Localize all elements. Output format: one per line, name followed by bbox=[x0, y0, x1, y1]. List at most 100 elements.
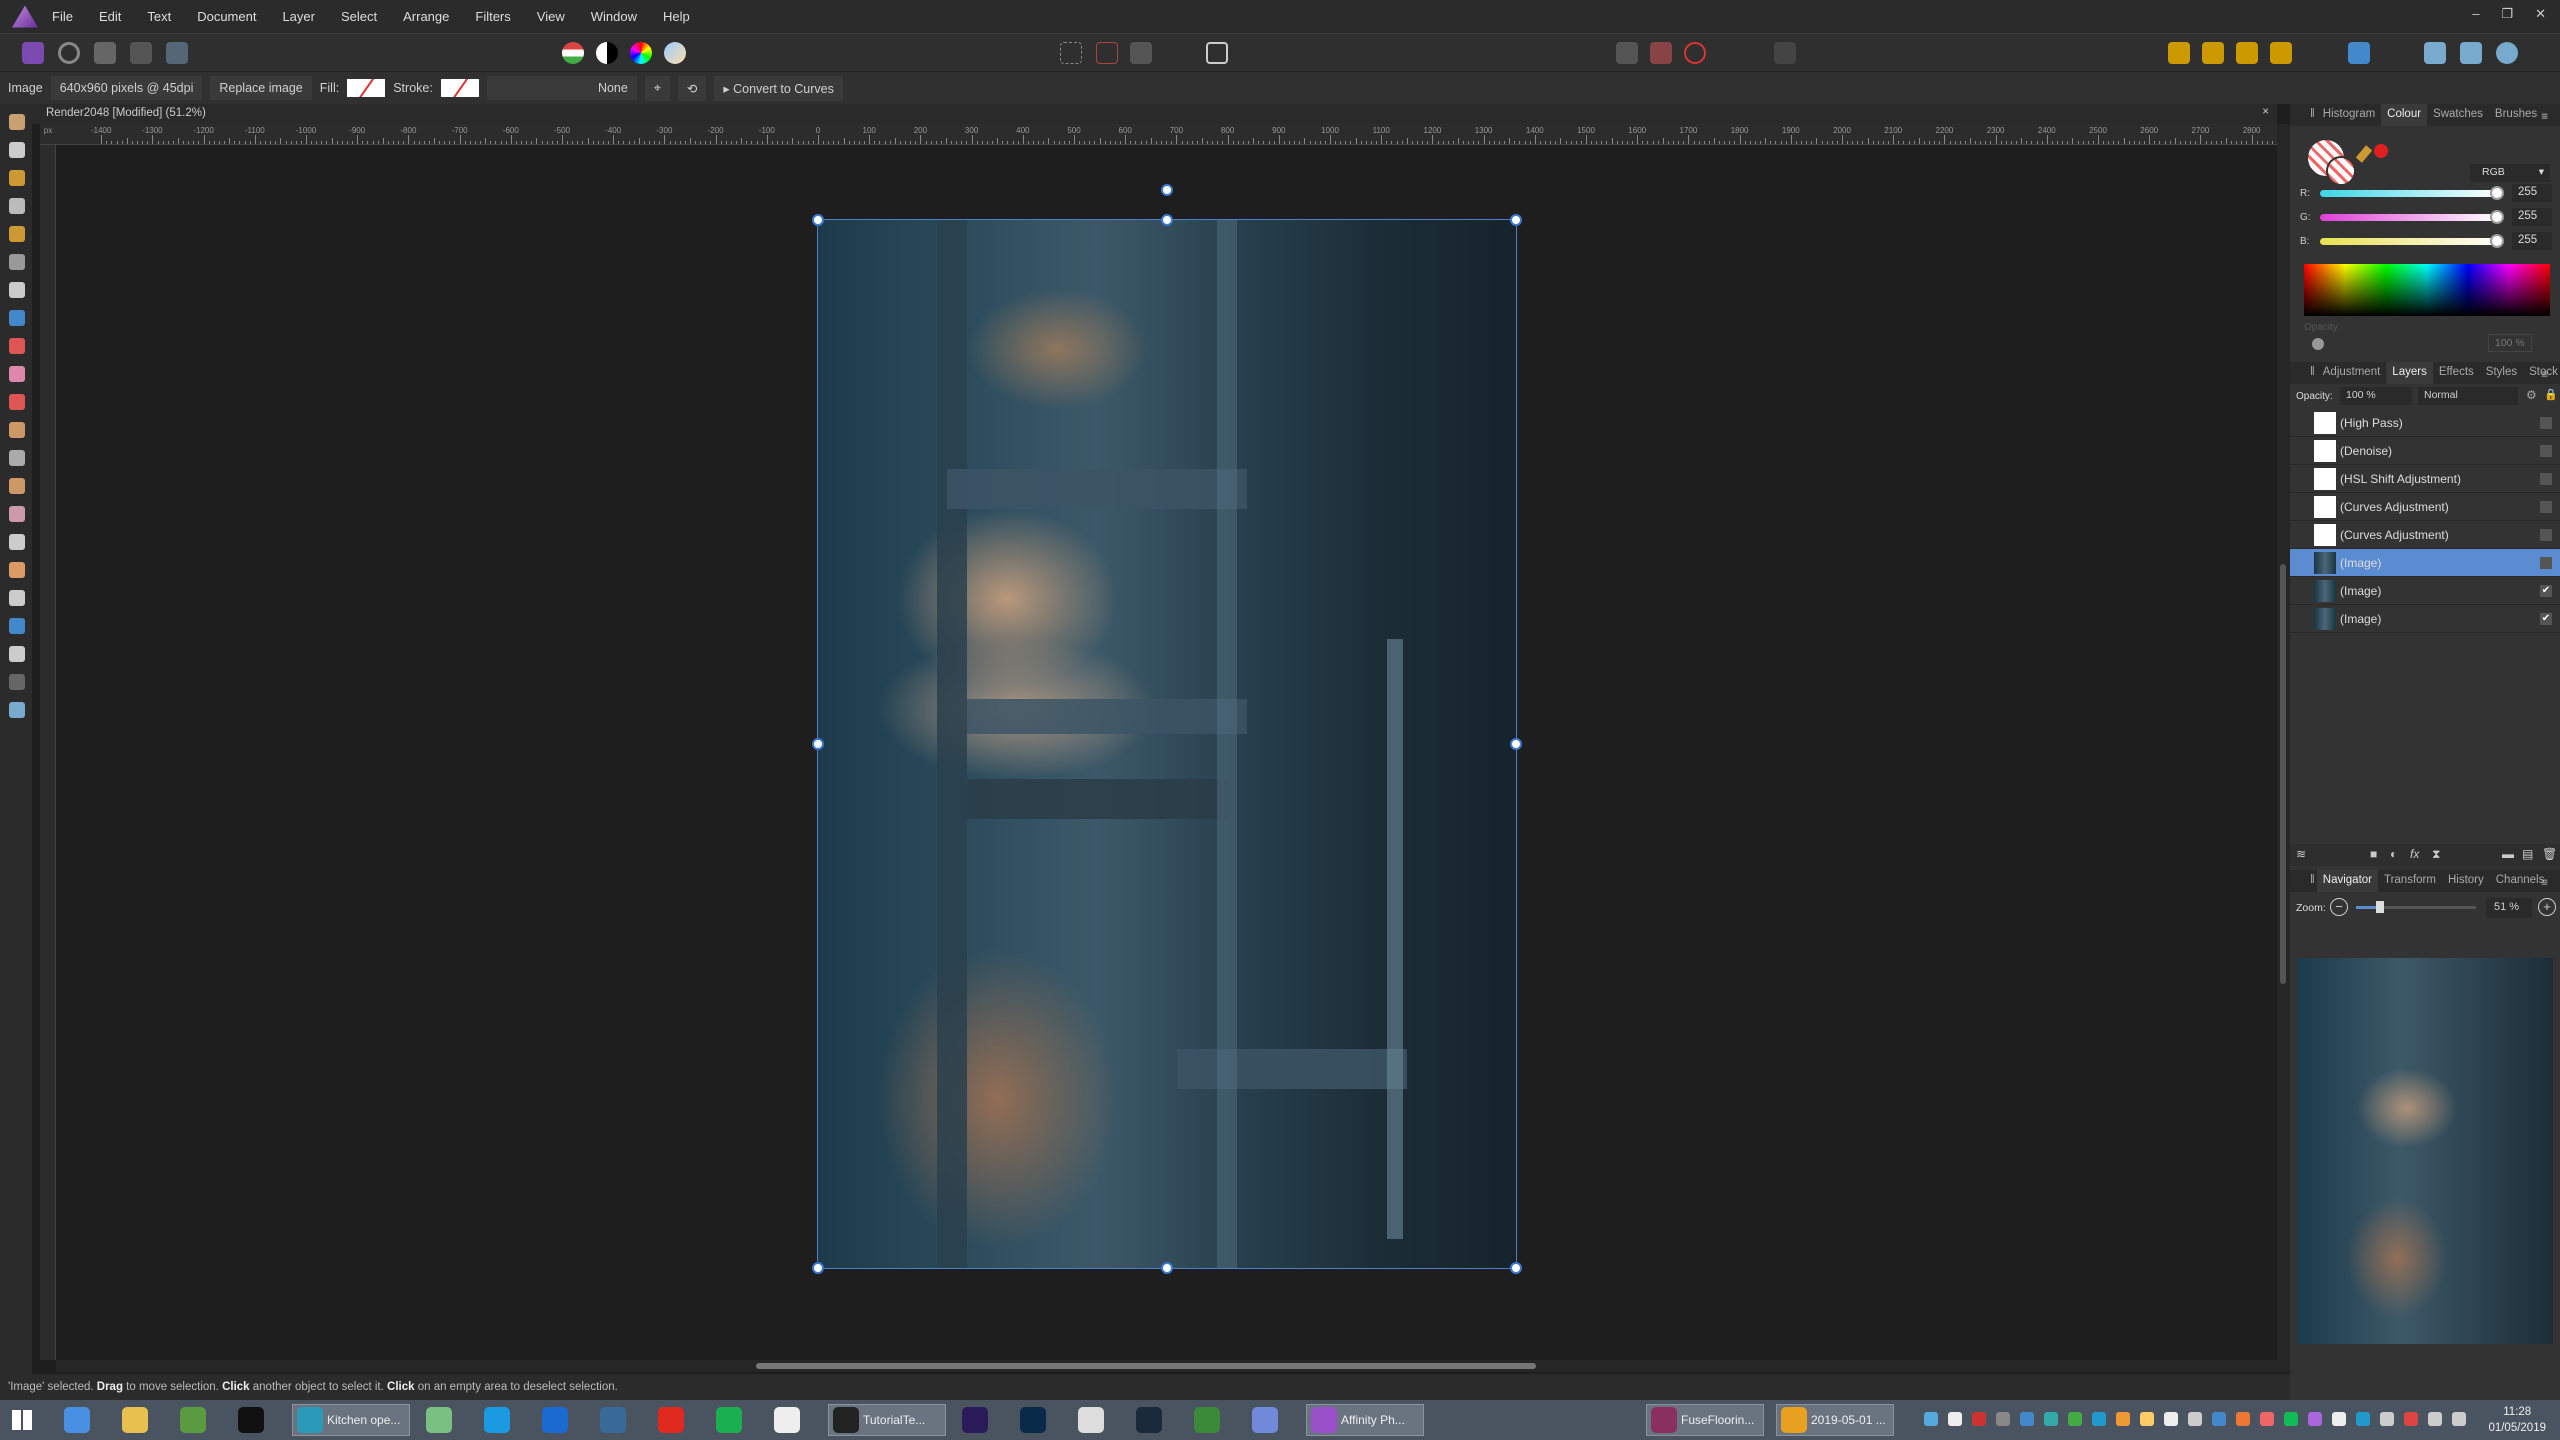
arrange-backward-icon[interactable] bbox=[2202, 42, 2224, 64]
taskbar-app-xbox-icon[interactable] bbox=[1190, 1404, 1224, 1436]
layer-visibility-checkbox[interactable] bbox=[2540, 445, 2552, 457]
taskbar-photoshop-icon[interactable] bbox=[1016, 1404, 1050, 1436]
assistant-icon[interactable] bbox=[1650, 42, 1672, 64]
tool-20-icon[interactable] bbox=[9, 674, 25, 690]
layers-tab-effects[interactable]: Effects bbox=[2433, 362, 2480, 384]
tray-icon[interactable] bbox=[2020, 1412, 2034, 1426]
mask-icon[interactable]: ■ bbox=[2370, 847, 2377, 861]
zoom-in-button[interactable]: + bbox=[2538, 898, 2556, 916]
menu-arrange[interactable]: Arrange bbox=[403, 9, 449, 24]
tool-5-icon[interactable] bbox=[9, 254, 25, 270]
grid-icon[interactable] bbox=[1616, 42, 1638, 64]
menu-edit[interactable]: Edit bbox=[99, 9, 121, 24]
resize-handle-right[interactable] bbox=[1510, 738, 1522, 750]
tool-11-icon[interactable] bbox=[9, 422, 25, 438]
channel-value[interactable]: 255 bbox=[2512, 208, 2552, 226]
taskbar-slack-icon[interactable] bbox=[770, 1404, 804, 1436]
tray-icon[interactable] bbox=[2284, 1412, 2298, 1426]
new-layer-icon[interactable]: ▤ bbox=[2522, 847, 2533, 861]
taskbar-discord-icon[interactable] bbox=[1248, 1404, 1282, 1436]
close-document-button[interactable]: × bbox=[2262, 106, 2269, 118]
slider-knob[interactable] bbox=[2490, 234, 2504, 248]
info-icon[interactable] bbox=[1774, 42, 1796, 64]
taskbar-skype-icon[interactable] bbox=[480, 1404, 514, 1436]
layer-row[interactable]: (High Pass) bbox=[2290, 409, 2560, 437]
arrange-front-icon[interactable] bbox=[2270, 42, 2292, 64]
tool-9-icon[interactable] bbox=[9, 366, 25, 382]
convert-to-curves-button[interactable]: ▸ Convert to Curves bbox=[714, 75, 843, 101]
settings-gear-icon[interactable]: ⚙ bbox=[2526, 388, 2537, 402]
layers-tab-layers[interactable]: Layers bbox=[2386, 362, 2433, 384]
lock-icon[interactable]: 🔒 bbox=[2544, 388, 2558, 401]
slider-knob[interactable] bbox=[2490, 186, 2504, 200]
tool-0-icon[interactable] bbox=[9, 114, 25, 130]
resize-handle-left[interactable] bbox=[812, 738, 824, 750]
blend-mode-select[interactable]: Normal bbox=[2418, 387, 2518, 405]
tool-4-icon[interactable] bbox=[9, 226, 25, 242]
channel-slider-g[interactable] bbox=[2320, 210, 2504, 224]
layers-stack-icon[interactable]: ≋ bbox=[2296, 847, 2306, 861]
taskbar-app-slime-icon[interactable] bbox=[422, 1404, 456, 1436]
layer-visibility-checkbox[interactable] bbox=[2540, 501, 2552, 513]
taskbar-spotify-icon[interactable] bbox=[712, 1404, 746, 1436]
windows-start-icon[interactable] bbox=[12, 1410, 32, 1430]
menu-view[interactable]: View bbox=[537, 9, 565, 24]
tray-icon[interactable] bbox=[2380, 1412, 2394, 1426]
tray-icon[interactable] bbox=[2044, 1412, 2058, 1426]
taskbar-after-effects-icon[interactable] bbox=[958, 1404, 992, 1436]
tray-icon[interactable] bbox=[2452, 1412, 2466, 1426]
channel-value[interactable]: 255 bbox=[2512, 184, 2552, 202]
colour-picker-icon[interactable] bbox=[2355, 145, 2373, 163]
colour-tab-colour[interactable]: Colour bbox=[2381, 104, 2428, 126]
zoom-slider[interactable] bbox=[2356, 901, 2476, 913]
maximize-button[interactable]: ❐ bbox=[2501, 6, 2513, 22]
tool-6-icon[interactable] bbox=[9, 282, 25, 298]
develop-persona-icon[interactable] bbox=[94, 42, 116, 64]
opacity-value[interactable]: 100 % bbox=[2488, 334, 2532, 352]
clock[interactable]: 11:28 01/05/2019 bbox=[2488, 1404, 2546, 1436]
channel-slider-b[interactable] bbox=[2320, 234, 2504, 248]
taskbar-app-cube-icon[interactable] bbox=[596, 1404, 630, 1436]
layers-tab-adjustment[interactable]: Adjustment bbox=[2317, 362, 2387, 384]
transform-origin-icon[interactable]: ⌖ bbox=[644, 75, 670, 101]
arrange-back-icon[interactable] bbox=[2168, 42, 2190, 64]
tool-3-icon[interactable] bbox=[9, 198, 25, 214]
tray-icon[interactable] bbox=[1924, 1412, 1938, 1426]
taskbar-app-green-icon[interactable] bbox=[176, 1404, 210, 1436]
live-filter-icon[interactable]: ⧗ bbox=[2432, 847, 2440, 862]
replace-image-button[interactable]: Replace image bbox=[210, 76, 312, 100]
menu-filters[interactable]: Filters bbox=[475, 9, 510, 24]
menu-window[interactable]: Window bbox=[591, 9, 637, 24]
taskbar-window[interactable]: Kitchen ope... bbox=[292, 1404, 410, 1436]
export-persona-icon[interactable] bbox=[166, 42, 188, 64]
slider-knob[interactable] bbox=[2490, 210, 2504, 224]
menu-file[interactable]: File bbox=[52, 9, 73, 24]
folder-icon[interactable]: ▬ bbox=[2502, 847, 2514, 861]
stroke-swatch[interactable] bbox=[440, 79, 479, 97]
layer-row[interactable]: (HSL Shift Adjustment) bbox=[2290, 465, 2560, 493]
colour-tab-histogram[interactable]: Histogram bbox=[2317, 104, 2381, 126]
channel-slider-r[interactable] bbox=[2320, 186, 2504, 200]
taskbar-mixamo-icon[interactable] bbox=[234, 1404, 268, 1436]
tool-19-icon[interactable] bbox=[9, 646, 25, 662]
menu-text[interactable]: Text bbox=[147, 9, 171, 24]
zoom-value[interactable]: 51 % bbox=[2486, 898, 2532, 918]
layer-row[interactable]: (Curves Adjustment) bbox=[2290, 521, 2560, 549]
opacity-slider[interactable] bbox=[2312, 338, 2324, 350]
tool-10-icon[interactable] bbox=[9, 394, 25, 410]
panel-grip-icon[interactable]: ‖ bbox=[2308, 362, 2317, 384]
levels-icon[interactable] bbox=[562, 42, 584, 64]
layer-visibility-checkbox[interactable] bbox=[2540, 557, 2552, 569]
tray-icon[interactable] bbox=[1972, 1412, 1986, 1426]
tool-7-icon[interactable] bbox=[9, 310, 25, 326]
layers-panel-menu-icon[interactable]: ≡ bbox=[2535, 365, 2554, 385]
tray-icon[interactable] bbox=[2188, 1412, 2202, 1426]
menu-document[interactable]: Document bbox=[197, 9, 256, 24]
layer-opacity-select[interactable]: 100 % bbox=[2340, 387, 2412, 405]
menu-help[interactable]: Help bbox=[663, 9, 690, 24]
tray-icon[interactable] bbox=[1948, 1412, 1962, 1426]
resize-handle-top-left[interactable] bbox=[812, 214, 824, 226]
tray-icon[interactable] bbox=[2260, 1412, 2274, 1426]
layer-visibility-checkbox[interactable] bbox=[2540, 529, 2552, 541]
taskbar-window[interactable]: TutorialTe... bbox=[828, 1404, 946, 1436]
